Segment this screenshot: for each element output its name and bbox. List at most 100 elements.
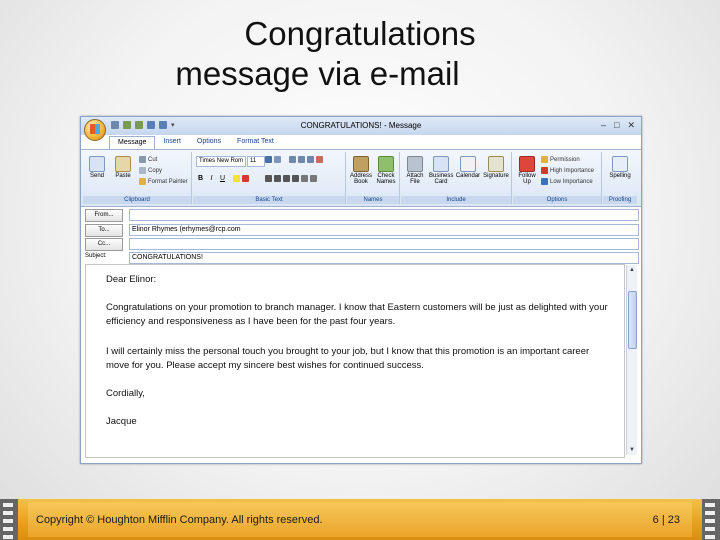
clipboard-group-label: Clipboard (83, 196, 191, 204)
right-film-strip (702, 499, 720, 540)
ribbon-tabs: Message Insert Options Format Text (109, 136, 282, 149)
tab-message[interactable]: Message (109, 136, 156, 149)
signature-button[interactable]: Signature (483, 156, 509, 179)
check-names-button[interactable]: Check Names (374, 156, 398, 185)
office-logo-icon (90, 124, 100, 134)
send-button[interactable]: Send (85, 156, 109, 179)
slide-title-line-2: message via e-mail (175, 55, 460, 92)
to-field[interactable]: Elinor Rhymes (erhymes@rcp.com (129, 224, 639, 236)
signature-text: Jacque (106, 416, 137, 427)
flag-icon (519, 156, 535, 172)
copy-label: Copy (148, 167, 163, 174)
signature-label: Signature (483, 173, 509, 179)
address-book-icon (353, 156, 369, 172)
from-field[interactable] (129, 209, 639, 221)
include-group-label: Include (401, 196, 511, 204)
greeting-text: Dear Elinor: (106, 274, 157, 285)
proofing-group: Spelling Proofing (603, 152, 637, 204)
paperclip-icon (407, 156, 423, 172)
slide-title-line-1: Congratulations (244, 15, 476, 52)
minimize-button[interactable]: – (601, 120, 606, 131)
attach-file-label: Attach File (406, 173, 424, 185)
calendar-icon (460, 156, 476, 172)
permission-button[interactable]: Permission (541, 156, 580, 163)
tab-insert[interactable]: Insert (155, 136, 189, 149)
font-name-select[interactable]: Times New Rom (196, 156, 246, 167)
bold-button[interactable]: B (196, 174, 205, 183)
close-button[interactable]: ✕ (627, 120, 635, 131)
numbering-icon (298, 156, 305, 163)
spelling-button[interactable]: Spelling (607, 156, 633, 179)
closing-text: Cordially, (106, 388, 145, 399)
signature-icon (488, 156, 504, 172)
scroll-up-icon[interactable]: ▲ (628, 266, 636, 274)
send-icon (89, 156, 105, 172)
clear-format-icon (316, 156, 323, 163)
from-button[interactable]: From... (85, 209, 123, 222)
office-button[interactable] (84, 119, 106, 141)
basic-text-group-label: Basic Text (193, 196, 345, 204)
follow-up-label: Follow Up (518, 173, 536, 185)
decrease-indent-icon (301, 175, 308, 182)
page-number: 6 | 23 (652, 514, 680, 526)
paste-label: Paste (115, 173, 131, 179)
copy-button[interactable]: Copy (139, 167, 162, 174)
send-label: Send (89, 173, 104, 179)
address-book-button[interactable]: Address Book (349, 156, 373, 185)
copyright-text: Copyright © Houghton Mifflin Company. Al… (36, 514, 323, 526)
cut-label: Cut (148, 156, 158, 163)
business-card-button[interactable]: Business Card (429, 156, 453, 185)
message-body[interactable]: Dear Elinor: Congratulations on your pro… (85, 264, 625, 458)
options-group-label: Options (513, 196, 601, 204)
paragraph-2: I will certainly miss the personal touch… (106, 346, 590, 371)
tab-options[interactable]: Options (189, 136, 229, 149)
text-color-buttons[interactable] (233, 175, 249, 182)
subject-label: Subject: (85, 253, 107, 259)
grow-shrink-font[interactable] (265, 156, 281, 163)
bullets-numbering[interactable] (289, 156, 323, 163)
calendar-label: Calendar (455, 173, 481, 179)
scroll-down-icon[interactable]: ▼ (628, 446, 636, 454)
follow-up-button[interactable]: Follow Up (515, 156, 539, 185)
cut-button[interactable]: Cut (139, 156, 157, 163)
cc-button[interactable]: Cc... (85, 238, 123, 251)
bullets-icon (289, 156, 296, 163)
justify-icon (292, 175, 299, 182)
permission-label: Permission (550, 156, 580, 163)
cc-field[interactable] (129, 238, 639, 250)
check-names-icon (378, 156, 394, 172)
options-group: Follow Up Permission High Importance Low… (513, 152, 602, 204)
underline-button[interactable]: U (218, 174, 227, 183)
italic-button[interactable]: I (207, 174, 216, 183)
paste-button[interactable]: Paste (111, 156, 135, 179)
window-controls: – □ ✕ (601, 120, 635, 131)
business-card-icon (433, 156, 449, 172)
scroll-thumb[interactable] (628, 291, 637, 349)
high-importance-button[interactable]: High Importance (541, 167, 594, 174)
font-color-icon (242, 175, 249, 182)
spelling-abc-icon (612, 156, 628, 172)
align-center-icon (274, 175, 281, 182)
font-size-select[interactable]: 11 (247, 156, 265, 167)
format-painter-button[interactable]: Format Painter (139, 178, 188, 185)
names-group-label: Names (347, 196, 399, 204)
attach-file-button[interactable]: Attach File (403, 156, 427, 185)
copy-icon (139, 167, 146, 174)
maximize-button[interactable]: □ (614, 120, 619, 131)
grow-font-icon (265, 156, 272, 163)
alignment-buttons[interactable] (265, 175, 317, 182)
title-bar: ▾ CONGRATULATIONS! - Message – □ ✕ (81, 117, 641, 135)
tab-format-text[interactable]: Format Text (229, 136, 282, 149)
vertical-scrollbar[interactable]: ▲ ▼ (626, 265, 637, 455)
align-right-icon (283, 175, 290, 182)
highlight-icon (233, 175, 240, 182)
spelling-label: Spelling (609, 173, 631, 179)
low-importance-button[interactable]: Low Importance (541, 178, 593, 185)
subject-field[interactable]: CONGRATULATIONS! (129, 252, 639, 264)
to-button[interactable]: To... (85, 224, 123, 237)
permission-icon (541, 156, 548, 163)
low-importance-label: Low Importance (550, 178, 593, 185)
footer-bar: Copyright © Houghton Mifflin Company. Al… (0, 499, 720, 540)
calendar-button[interactable]: Calendar (455, 156, 481, 179)
ribbon: Send Paste Cut Copy Format Painter Clipb… (81, 149, 641, 207)
